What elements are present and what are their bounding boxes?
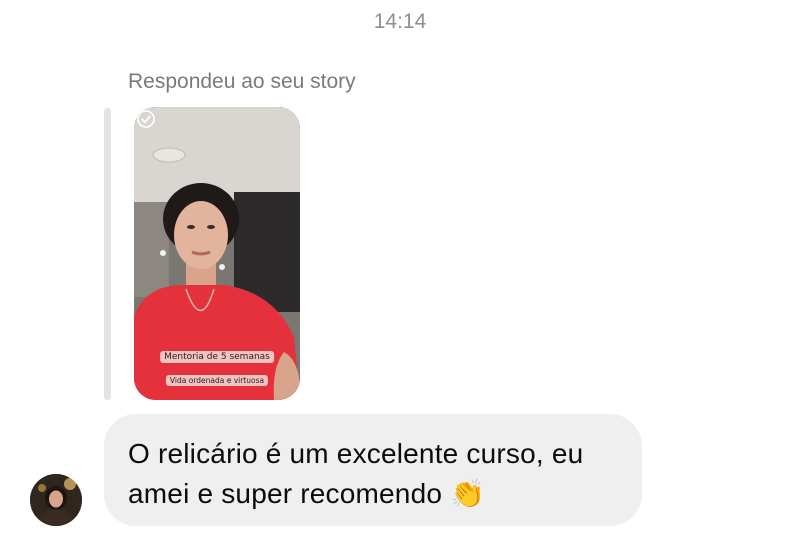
story-thumbnail[interactable]: Mentoria de 5 semanas Vida ordenada e vi…: [134, 107, 300, 400]
message-text: O relicário é um excelente curso, eu ame…: [128, 438, 584, 509]
clapping-hands-emoji: 👏: [450, 477, 486, 510]
story-badge-subtitle: Vida ordenada e virtuosa: [165, 375, 269, 386]
message-timestamp: 14:14: [373, 10, 427, 33]
reply-indicator-bar: [104, 108, 111, 400]
avatar-image: [30, 474, 82, 526]
story-reply-label: Respondeu ao seu story: [128, 70, 356, 93]
avatar[interactable]: [30, 474, 82, 526]
message-bubble[interactable]: O relicário é um excelente curso, eu ame…: [104, 414, 642, 526]
check-circle-icon: [137, 110, 155, 128]
story-badge-title: Mentoria de 5 semanas: [160, 351, 274, 363]
